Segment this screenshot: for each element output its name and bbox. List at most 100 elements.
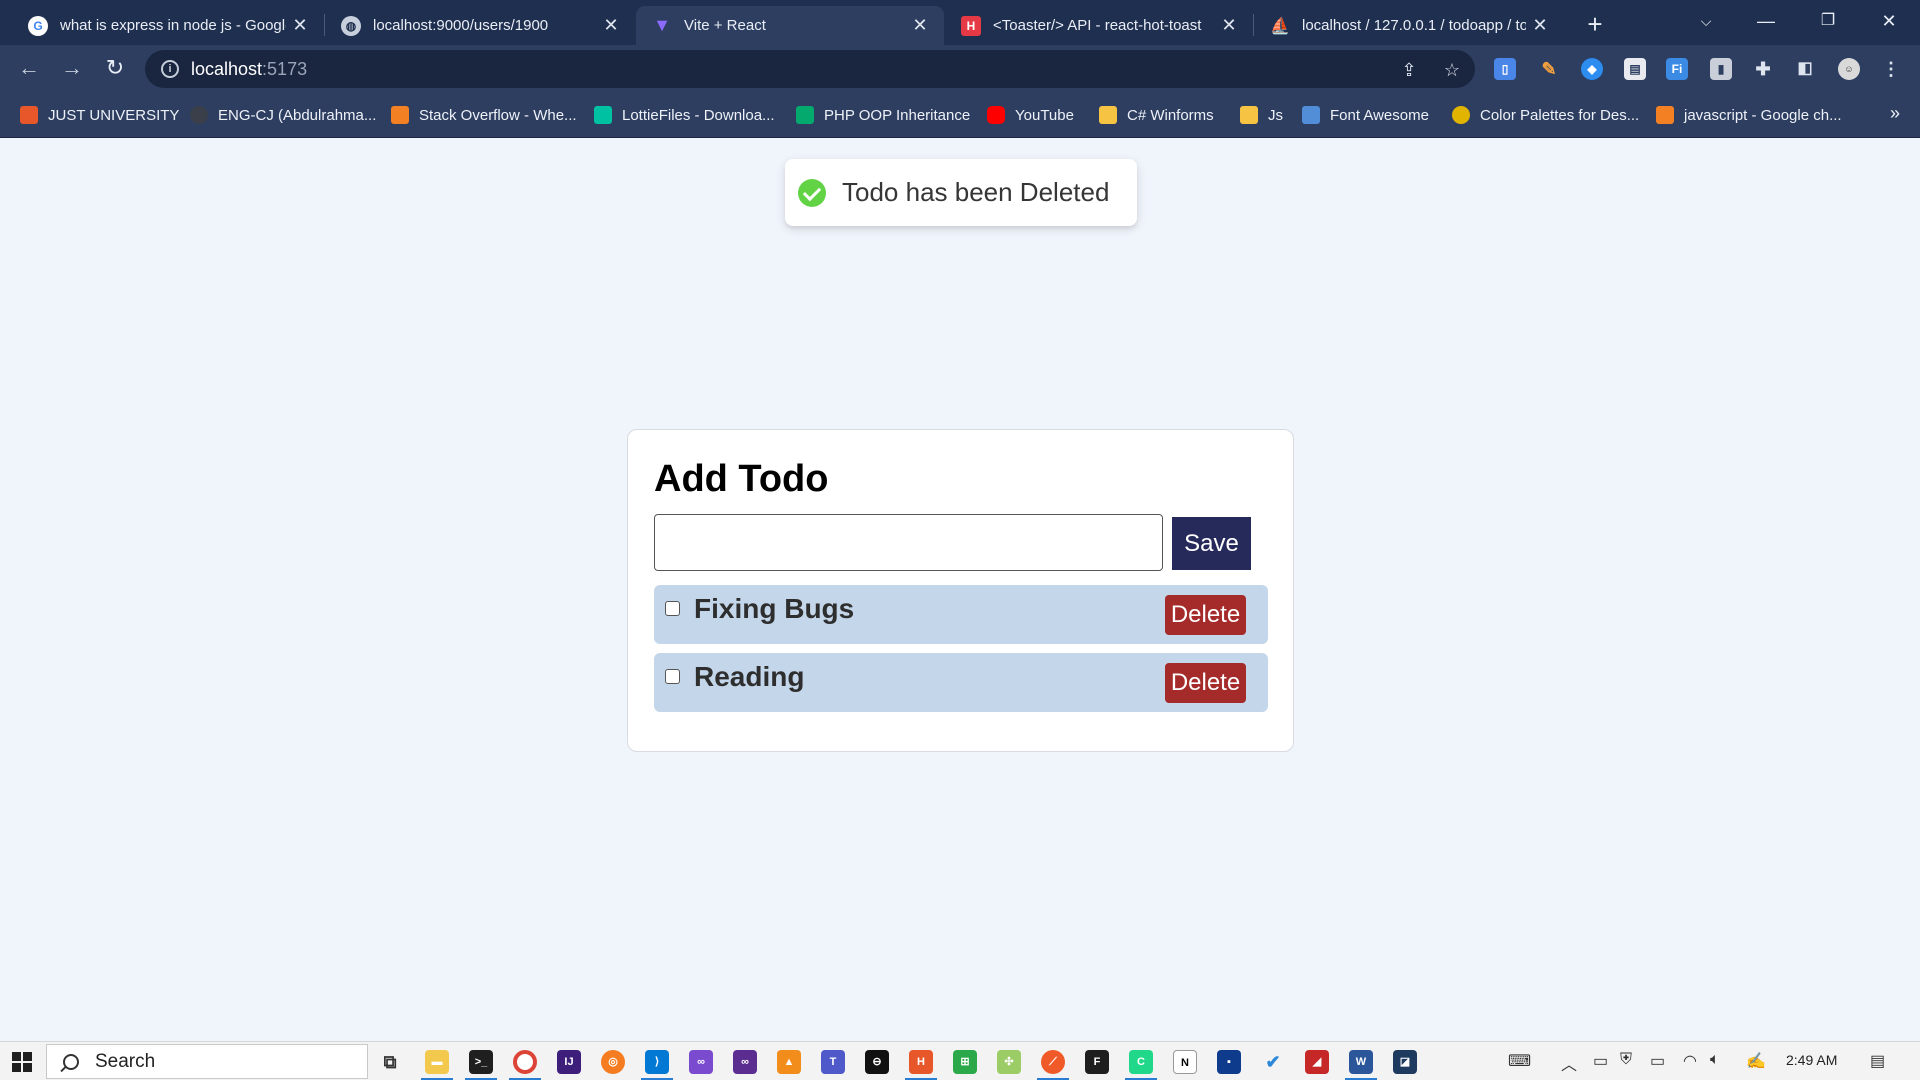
windows-taskbar: Search ⧉ ▬ >_ IJ ◎ ⟩ ∞ ∞ ▲ T ⊖ H ⊞ ✣ ⟋ F… — [0, 1041, 1920, 1080]
tab-google-search[interactable]: G what is express in node js - Google ✕ — [12, 6, 324, 45]
bookmark-star-icon[interactable]: ☆ — [1441, 59, 1463, 81]
extension-fi-icon[interactable]: Fi — [1666, 58, 1688, 80]
info-icon[interactable]: i — [161, 60, 179, 78]
puzzle-icon[interactable]: ✚ — [1752, 58, 1774, 80]
input-indicator-icon[interactable]: ⌨ — [1508, 1051, 1531, 1071]
bookmark-item[interactable]: Font Awesome — [1302, 103, 1429, 127]
font-awesome-flag-icon — [1302, 106, 1320, 124]
taskbar-clock[interactable]: 2:49 AM — [1786, 1052, 1837, 1068]
tab-phpmyadmin[interactable]: ⛵ localhost / 127.0.0.1 / todoapp / to ✕ — [1254, 6, 1564, 45]
pycharm-icon[interactable]: C — [1129, 1050, 1153, 1074]
bookmark-item[interactable]: ENG-CJ (Abdulrahma... — [190, 103, 376, 127]
bookmark-label: Color Palettes for Des... — [1480, 106, 1640, 124]
bookmark-label: YouTube — [1015, 106, 1074, 124]
todo-check-icon[interactable]: ✔ — [1261, 1050, 1285, 1074]
vscode-icon[interactable]: ⟩ — [645, 1050, 669, 1074]
todo-checkbox[interactable] — [665, 601, 680, 616]
bookmark-item[interactable]: PHP OOP Inheritance — [796, 103, 970, 127]
visual-studio-icon[interactable]: ∞ — [689, 1050, 713, 1074]
forward-arrow-icon[interactable]: → — [56, 53, 88, 85]
tab-title: Vite + React — [684, 17, 766, 34]
close-icon[interactable]: ✕ — [906, 15, 934, 36]
taskbar-search-box[interactable]: Search — [46, 1044, 368, 1079]
teams-icon[interactable]: T — [821, 1050, 845, 1074]
bookmark-item[interactable]: Stack Overflow - Whe... — [391, 103, 577, 127]
extension-file-icon[interactable]: ▮ — [1710, 58, 1732, 80]
bookmark-label: Font Awesome — [1330, 106, 1429, 124]
figma-icon[interactable]: F — [1085, 1050, 1109, 1074]
visual-studio-icon[interactable]: ∞ — [733, 1050, 757, 1074]
bookmark-item[interactable]: JUST UNIVERSITY — [20, 103, 179, 127]
todo-text: Reading — [694, 661, 805, 692]
app-red-icon[interactable]: H — [909, 1050, 933, 1074]
menu-dots-icon[interactable]: ⋮ — [1880, 58, 1902, 80]
app-dark-icon[interactable]: ⊖ — [865, 1050, 889, 1074]
volume-icon[interactable]: 🔈︎ — [1710, 1051, 1720, 1069]
save-button[interactable]: Save — [1172, 517, 1251, 570]
close-icon[interactable]: ✕ — [286, 15, 314, 36]
word-icon[interactable]: W — [1349, 1050, 1373, 1074]
close-window-button[interactable]: ✕ — [1864, 4, 1914, 38]
close-icon[interactable]: ✕ — [597, 15, 625, 36]
app-orange-icon[interactable]: ▲ — [777, 1050, 801, 1074]
bookmark-item[interactable]: YouTube — [987, 103, 1074, 127]
bookmark-item[interactable]: javascript - Google ch... — [1656, 103, 1842, 127]
bookmark-item[interactable]: Js — [1240, 103, 1283, 127]
extension-page-icon[interactable]: ▤ — [1624, 58, 1646, 80]
wifi-icon[interactable]: ◠ — [1683, 1051, 1697, 1071]
close-icon[interactable]: ✕ — [1215, 15, 1243, 36]
windows-start-icon[interactable] — [12, 1052, 32, 1072]
tab-react-hot-toast[interactable]: H <Toaster/> API - react-hot-toast ✕ — [945, 6, 1253, 45]
delete-button[interactable]: Delete — [1165, 595, 1246, 635]
bookmark-item[interactable]: LottieFiles - Downloa... — [594, 103, 775, 127]
app-green-icon[interactable]: ⊞ — [953, 1050, 977, 1074]
app-lime-icon[interactable]: ✣ — [997, 1050, 1021, 1074]
extension-docs-icon[interactable]: ▯ — [1494, 58, 1516, 80]
back-arrow-icon[interactable]: ← — [13, 53, 45, 85]
delete-button[interactable]: Delete — [1165, 663, 1246, 703]
extension-pen-icon[interactable]: ✎ — [1538, 58, 1560, 80]
intellij-icon[interactable]: IJ — [557, 1050, 581, 1074]
tab-search-icon[interactable]: ⌵ — [1681, 4, 1731, 38]
extension-drop-icon[interactable]: ◆ — [1581, 58, 1603, 80]
todo-checkbox[interactable] — [665, 669, 680, 684]
app-navy-icon[interactable]: ◪ — [1393, 1050, 1417, 1074]
app-blue-icon[interactable]: ▪ — [1217, 1050, 1241, 1074]
defender-icon[interactable]: ⛨ — [1620, 1051, 1632, 1069]
more-bookmarks-icon[interactable]: » — [1890, 103, 1900, 124]
todo-text: Fixing Bugs — [694, 593, 855, 624]
new-tab-button[interactable]: + — [1578, 8, 1612, 42]
terminal-icon[interactable]: >_ — [469, 1050, 493, 1074]
bookmark-item[interactable]: Color Palettes for Des... — [1452, 103, 1639, 127]
phpmyadmin-icon: ⛵ — [1270, 17, 1290, 35]
restore-button[interactable]: ❐ — [1803, 4, 1853, 38]
meet-now-icon[interactable]: ▭ — [1593, 1051, 1608, 1071]
globe-icon: ◍ — [341, 15, 361, 36]
chevron-up-icon[interactable]: ︿ — [1561, 1051, 1577, 1075]
minimize-button[interactable]: — — [1741, 4, 1791, 38]
address-bar[interactable]: i localhost:5173 — [145, 50, 1475, 88]
xampp-icon[interactable]: ◎ — [601, 1050, 625, 1074]
chrome-icon[interactable] — [513, 1050, 537, 1074]
app-red-dark-icon[interactable]: ◢ — [1305, 1050, 1329, 1074]
notion-icon[interactable]: N — [1173, 1050, 1197, 1074]
reload-icon[interactable]: ↻ — [99, 53, 131, 85]
task-view-icon[interactable]: ⧉ — [378, 1050, 402, 1074]
side-panel-icon[interactable]: ◧ — [1794, 58, 1816, 80]
page-title: Add Todo — [654, 458, 829, 500]
notifications-icon[interactable]: ▤ — [1870, 1051, 1885, 1071]
postman-icon[interactable]: ⟋ — [1041, 1050, 1065, 1074]
stackoverflow-icon — [1656, 106, 1674, 124]
tab-vite-react[interactable]: ▼ Vite + React ✕ — [636, 6, 944, 45]
profile-avatar[interactable]: ☺ — [1838, 58, 1860, 80]
todo-input[interactable] — [654, 514, 1163, 571]
bookmark-icon — [20, 106, 38, 124]
search-icon — [63, 1053, 79, 1070]
file-explorer-icon[interactable]: ▬ — [425, 1050, 449, 1074]
bookmark-item[interactable]: C# Winforms — [1099, 103, 1214, 127]
battery-icon[interactable]: ▭ — [1650, 1051, 1665, 1071]
pen-icon[interactable]: ✍ — [1746, 1051, 1766, 1071]
close-icon[interactable]: ✕ — [1526, 15, 1554, 36]
share-icon[interactable]: ⇪ — [1398, 59, 1420, 81]
tab-localhost-users[interactable]: ◍ localhost:9000/users/1900 ✕ — [325, 6, 635, 45]
